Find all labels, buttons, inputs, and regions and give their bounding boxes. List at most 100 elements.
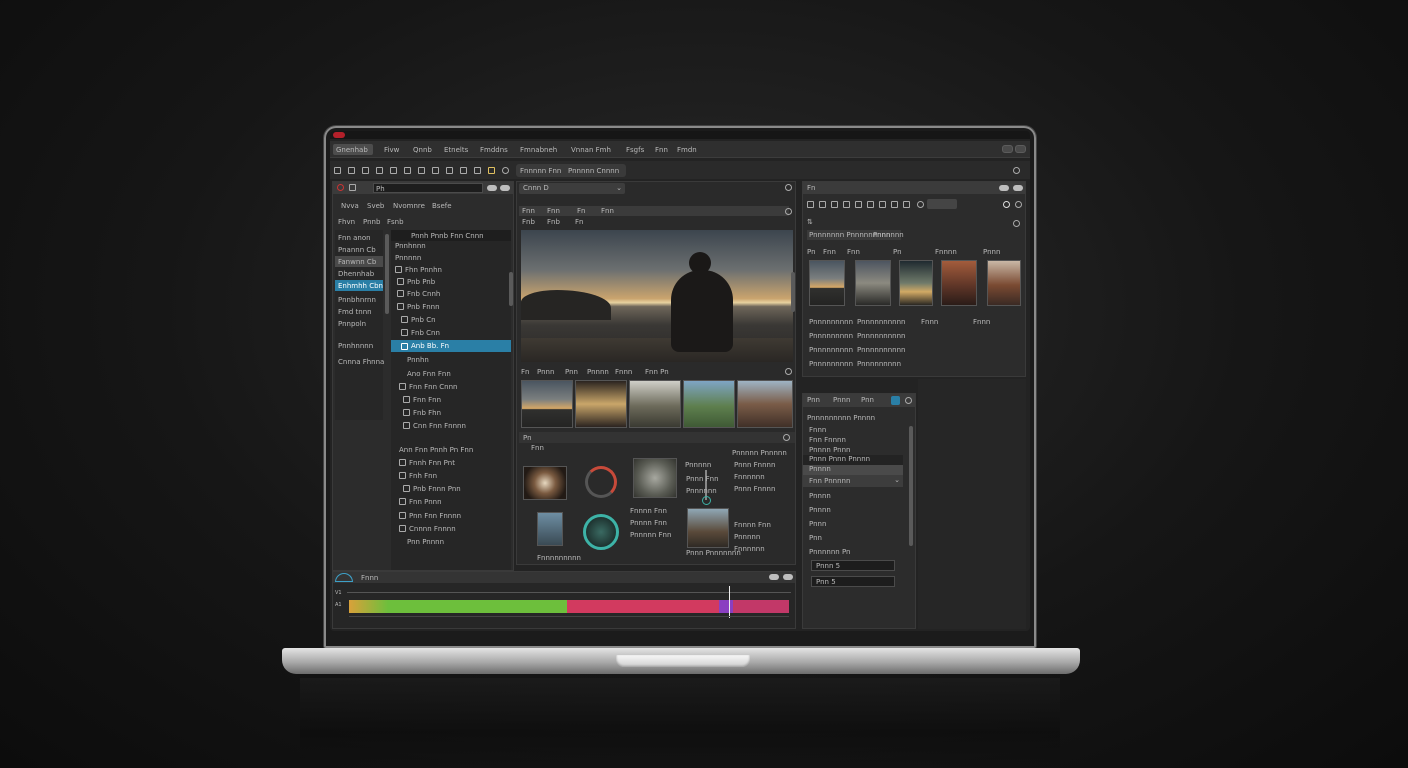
viewer-tab[interactable]: Fnnnnn Fnn: [520, 167, 561, 175]
toggle-icon[interactable]: [999, 185, 1009, 191]
bin-item[interactable]: Fnnnnnn: [734, 473, 765, 481]
viewer-tool[interactable]: Fnn: [547, 207, 560, 215]
property-item[interactable]: Pnnnn: [803, 465, 903, 475]
tree-item[interactable]: Pnb Fnnn: [397, 301, 440, 312]
left-subtab[interactable]: Fhvn: [338, 218, 355, 226]
category-item[interactable]: Fnn anon: [338, 232, 371, 243]
film-thumb[interactable]: [683, 380, 735, 428]
film-thumb[interactable]: [521, 380, 573, 428]
properties-scrollbar[interactable]: [909, 426, 913, 546]
menu-item[interactable]: Fnn: [655, 146, 668, 154]
property-item[interactable]: Pnnnn Pnnn: [809, 446, 850, 454]
viewer-subtool[interactable]: Fnb: [547, 218, 560, 226]
tree-item[interactable]: Fnb Cnnh: [397, 288, 440, 299]
grid-thumb[interactable]: [809, 260, 845, 306]
viewer-scrollbar[interactable]: [791, 272, 795, 312]
playhead[interactable]: [729, 586, 730, 618]
tree-item[interactable]: Pnnhn: [407, 354, 429, 365]
viewer-subtool[interactable]: Fnb: [522, 218, 535, 226]
menu-item[interactable]: Fsgfs: [626, 146, 644, 154]
minimize-button[interactable]: [1002, 145, 1013, 153]
tree-scrollbar[interactable]: [509, 272, 513, 306]
bin-item[interactable]: Pnnnn Fnn: [630, 519, 667, 527]
star-icon[interactable]: [891, 201, 898, 208]
adjust-thumb[interactable]: [523, 466, 567, 500]
left-tab[interactable]: Nvomnre: [393, 202, 425, 210]
property-item[interactable]: Pnn: [809, 534, 822, 542]
crop-icon[interactable]: [843, 201, 850, 208]
clip-pink[interactable]: [733, 600, 789, 613]
tree-item[interactable]: Pnn Pnnnn: [407, 536, 444, 547]
tree-item[interactable]: Fnnh Fnn Pnt: [399, 457, 455, 468]
layers-icon[interactable]: [855, 201, 862, 208]
cut-icon[interactable]: [390, 167, 397, 174]
category-item[interactable]: Pnnhnnnn: [338, 340, 373, 351]
left-subtab[interactable]: Fsnb: [387, 218, 404, 226]
viewer-tab[interactable]: Pnnnnn Cnnnn: [568, 167, 619, 175]
link-icon[interactable]: [891, 396, 900, 405]
close-icon[interactable]: [783, 434, 790, 441]
toggle-icon[interactable]: [500, 185, 510, 191]
refresh-icon[interactable]: [1013, 220, 1020, 227]
bin-item[interactable]: Fnnnn Fnn: [734, 521, 771, 529]
tree-item[interactable]: Pnb Cn: [401, 314, 436, 325]
redo-icon[interactable]: [376, 167, 383, 174]
clip-red[interactable]: [567, 600, 719, 613]
tree-item[interactable]: Ann Fnn Pnnh Pn Fnn: [399, 444, 473, 455]
property-field[interactable]: Pnn 5: [811, 576, 895, 587]
viewer-tool[interactable]: Fnn: [522, 207, 535, 215]
tree-item[interactable]: Pnnnnn: [395, 252, 421, 263]
left-subtab[interactable]: Pnnb: [363, 218, 380, 226]
adjust-thumb[interactable]: [633, 458, 677, 498]
clip-green[interactable]: [349, 600, 567, 613]
grid-thumb[interactable]: [855, 260, 891, 306]
film-thumb[interactable]: [737, 380, 793, 428]
grid-icon[interactable]: [807, 201, 814, 208]
copy-icon[interactable]: [404, 167, 411, 174]
toggle-icon[interactable]: [783, 574, 793, 580]
tree-item[interactable]: Pnb Fnnn Pnn: [403, 483, 461, 494]
list-icon[interactable]: [819, 201, 826, 208]
viewer-tool[interactable]: Fn: [577, 207, 585, 215]
bin-item[interactable]: Pnnnnnn: [686, 487, 717, 495]
adjust-icon[interactable]: [867, 201, 874, 208]
menu-item[interactable]: Vnnan Fmh: [571, 146, 611, 154]
bin-item[interactable]: Pnnn Fnnnn: [734, 485, 775, 493]
tree-item[interactable]: Fnb Fhn: [403, 407, 441, 418]
tree-item[interactable]: Cnnnn Fnnnn: [399, 523, 456, 534]
tag-icon[interactable]: [879, 201, 886, 208]
category-item[interactable]: Dhennhab: [338, 268, 374, 279]
category-item[interactable]: Fanwnn Cb: [335, 256, 383, 267]
highlight-icon[interactable]: [488, 167, 495, 174]
properties-tab[interactable]: Pnn: [861, 396, 874, 404]
menu-item[interactable]: Qnnb: [413, 146, 432, 154]
close-icon[interactable]: [785, 368, 792, 375]
preview-image[interactable]: [521, 230, 793, 362]
tree-item[interactable]: Fnh Fnn: [399, 470, 437, 481]
property-dropdown[interactable]: Fnn Pnnnnn ⌄: [803, 475, 903, 487]
menu-item[interactable]: Fivw: [384, 146, 399, 154]
time-ruler[interactable]: [347, 588, 791, 593]
save-icon[interactable]: [348, 167, 355, 174]
hue-dial[interactable]: [585, 466, 617, 498]
ripple-icon[interactable]: [474, 167, 481, 174]
category-item-selected[interactable]: Enhmhh Cbn: [335, 280, 383, 291]
tree-item[interactable]: Fnn Pnnn: [399, 496, 442, 507]
property-item[interactable]: Pnnn Pnnn Pnnnn: [803, 455, 903, 465]
left-tab[interactable]: Bsefe: [432, 202, 452, 210]
adjust-thumb[interactable]: [537, 512, 563, 546]
toggle-icon[interactable]: [769, 574, 779, 580]
menu-item[interactable]: Gnenhab: [336, 146, 368, 154]
property-item[interactable]: Pnnnnnn Pn: [809, 548, 850, 556]
tree-item[interactable]: Ano Fnn Fnn: [407, 368, 451, 379]
close-button[interactable]: [1015, 145, 1026, 153]
bin-item[interactable]: Pnnnnn: [734, 533, 760, 541]
film-thumb[interactable]: [629, 380, 681, 428]
snap-icon[interactable]: [460, 167, 467, 174]
left-tab[interactable]: Sveb: [367, 202, 384, 210]
tree-item[interactable]: Cnn Fnn Fnnnn: [403, 420, 466, 431]
viewer-tool[interactable]: Fnn: [601, 207, 614, 215]
grid-thumb[interactable]: [941, 260, 977, 306]
paste-icon[interactable]: [418, 167, 425, 174]
viewer-dropdown[interactable]: Cnnn D ⌄: [519, 183, 625, 194]
